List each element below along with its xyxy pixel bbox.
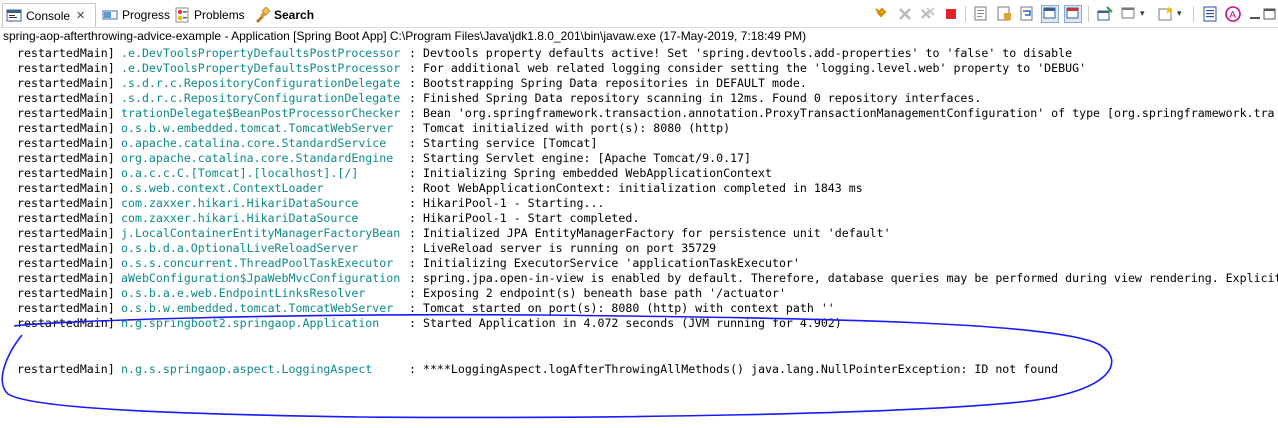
log-message: : Initializing ExecutorService 'applicat… — [409, 256, 800, 270]
log-message: : Devtools property defaults active! Set… — [409, 46, 1073, 60]
log-message: : spring.jpa.open-in-view is enabled by … — [409, 271, 1278, 285]
thread-name: restartedMain] — [17, 316, 115, 330]
thread-name: restartedMain] — [17, 271, 115, 285]
thread-name: restartedMain] — [17, 106, 115, 120]
terminate-icon[interactable] — [942, 5, 960, 23]
thread-name: restartedMain] — [17, 76, 115, 90]
logger-name[interactable]: .s.d.r.c.RepositoryConfigurationDelegate — [121, 76, 400, 91]
logger-name[interactable]: .e.DevToolsPropertyDefaultsPostProcessor — [121, 46, 400, 61]
thread-name: restartedMain] — [17, 91, 115, 105]
console-output[interactable]: restartedMain] .e.DevToolsPropertyDefault… — [0, 46, 1278, 428]
logger-name[interactable]: org.apache.catalina.core.StandardEngine — [121, 151, 393, 166]
logger-name[interactable]: o.apache.catalina.core.StandardService — [121, 136, 386, 151]
logger-name[interactable]: o.s.b.w.embedded.tomcat.TomcatWebServer — [121, 301, 393, 316]
thread-name: restartedMain] — [17, 46, 115, 60]
clear-console-icon[interactable] — [972, 5, 990, 23]
show-on-stdout-icon[interactable] — [1041, 5, 1059, 23]
thread-name: restartedMain] — [17, 286, 115, 300]
log-message: : Initializing Spring embedded WebApplic… — [409, 166, 772, 180]
maximize-icon[interactable] — [1262, 5, 1278, 23]
view-menu-icon[interactable] — [1201, 5, 1219, 23]
dropdown-arrow-icon[interactable]: ▾ — [1140, 5, 1158, 23]
thread-name: restartedMain] — [17, 121, 115, 135]
log-message: : Bootstrapping Spring Data repositories… — [409, 76, 807, 90]
logger-name[interactable]: aWebConfiguration$JpaWebMvcConfiguration — [121, 271, 400, 286]
thread-name: restartedMain] — [17, 196, 115, 210]
problems-icon — [174, 7, 190, 23]
logger-name[interactable]: o.s.b.a.e.web.EndpointLinksResolver — [121, 286, 365, 301]
log-message: : For additional web related logging con… — [409, 61, 1087, 75]
log-message: : Tomcat initialized with port(s): 8080 … — [409, 121, 731, 135]
tab-search[interactable]: Search — [254, 4, 314, 25]
thread-name: restartedMain] — [17, 362, 115, 376]
tab-progress-label: Progress — [122, 7, 171, 22]
log-message: : LiveReload server is running on port 3… — [409, 241, 717, 255]
tab-search-label: Search — [274, 7, 315, 22]
scroll-lock-icon[interactable] — [995, 5, 1013, 23]
log-message: : HikariPool-1 - Start completed. — [409, 211, 640, 225]
flashlight-search-icon — [254, 6, 271, 23]
thread-name: restartedMain] — [17, 256, 115, 270]
progress-icon — [102, 7, 118, 23]
log-message: : Finished Spring Data repository scanni… — [409, 91, 982, 105]
logger-name[interactable]: j.LocalContainerEntityManagerFactoryBean — [121, 226, 400, 241]
tab-problems[interactable]: Problems — [174, 4, 245, 25]
log-message: : Started Application in 4.072 seconds (… — [409, 316, 842, 330]
logger-name[interactable]: o.s.s.concurrent.ThreadPoolTaskExecutor — [121, 256, 393, 271]
log-message: : Bean 'org.springframework.transaction.… — [409, 106, 1275, 120]
logger-name[interactable]: trationDelegate$BeanPostProcessorChecker — [121, 106, 400, 121]
pin-icon[interactable] — [872, 5, 890, 23]
thread-name: restartedMain] — [17, 181, 115, 195]
pin-console-icon[interactable] — [1096, 5, 1114, 23]
log-message: : Root WebApplicationContext: initializa… — [409, 181, 863, 195]
log-message: : Starting Servlet engine: [Apache Tomca… — [409, 151, 752, 165]
close-icon[interactable]: ✕ — [76, 9, 85, 22]
tab-console[interactable]: Console ✕ — [2, 3, 96, 27]
open-console-icon[interactable] — [1157, 5, 1175, 23]
logger-name[interactable]: o.a.c.c.C.[Tomcat].[localhost].[/] — [121, 166, 358, 181]
logger-name[interactable]: n.g.s.springaop.aspect.LoggingAspect — [121, 362, 372, 377]
thread-name: restartedMain] — [17, 136, 115, 150]
logger-name[interactable]: .e.DevToolsPropertyDefaultsPostProcessor — [121, 61, 400, 76]
log-message: : Tomcat started on port(s): 8080 (http)… — [409, 301, 835, 315]
remove-all-terminated-icon[interactable] — [919, 5, 937, 23]
console-icon — [6, 8, 22, 24]
thread-name: restartedMain] — [17, 241, 115, 255]
thread-name: restartedMain] — [17, 226, 115, 240]
thread-name: restartedMain] — [17, 151, 115, 165]
tab-console-label: Console — [26, 8, 71, 23]
log-message: : Exposing 2 endpoint(s) beneath base pa… — [409, 286, 786, 300]
logger-name[interactable]: o.s.web.context.ContextLoader — [121, 181, 323, 196]
tab-progress[interactable]: Progress — [102, 4, 170, 25]
remove-launch-icon[interactable] — [896, 5, 914, 23]
thread-name: restartedMain] — [17, 301, 115, 315]
thread-name: restartedMain] — [17, 61, 115, 75]
thread-name: restartedMain] — [17, 211, 115, 225]
log-message: : ****LoggingAspect.logAfterThrowingAllM… — [409, 362, 1059, 376]
logger-name[interactable]: .s.d.r.c.RepositoryConfigurationDelegate — [121, 91, 400, 106]
log-message: : Starting service [Tomcat] — [409, 136, 598, 150]
tab-problems-label: Problems — [194, 7, 245, 22]
svg-text:A: A — [1229, 10, 1236, 21]
logger-name[interactable]: com.zaxxer.hikari.HikariDataSource — [121, 196, 358, 211]
thread-name: restartedMain] — [17, 166, 115, 180]
log-message: : Initialized JPA EntityManagerFactory f… — [409, 226, 891, 240]
logger-name[interactable]: com.zaxxer.hikari.HikariDataSource — [121, 211, 358, 226]
word-wrap-icon[interactable] — [1018, 5, 1036, 23]
console-title: spring-aop-afterthrowing-advice-example … — [3, 29, 807, 43]
logger-name[interactable]: n.g.springboot2.springaop.Application — [121, 316, 379, 331]
log-message: : HikariPool-1 - Starting... — [409, 196, 605, 210]
logger-name[interactable]: o.s.b.w.embedded.tomcat.TomcatWebServer — [121, 121, 393, 136]
color-icon[interactable]: A — [1224, 5, 1242, 23]
show-on-stderr-icon[interactable] — [1064, 5, 1082, 23]
logger-name[interactable]: o.s.b.d.a.OptionalLiveReloadServer — [121, 241, 358, 256]
console-view-toolbar: Console ✕ Progress Problems Search ▾ ▾ A — [0, 0, 1278, 28]
display-selected-console-icon[interactable] — [1120, 5, 1138, 23]
